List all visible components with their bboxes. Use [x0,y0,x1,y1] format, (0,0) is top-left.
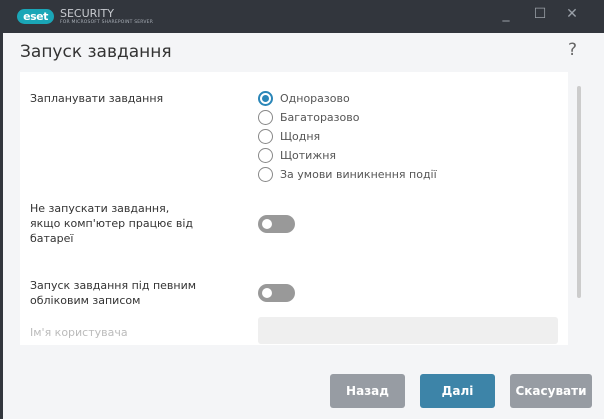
radio-label: За умови виникнення події [280,168,437,181]
radio-selected-icon [258,91,273,106]
username-input[interactable] [258,317,558,344]
scrollbar[interactable] [577,86,581,298]
title-bar: eset SECURITY FOR MICROSOFT SHAREPOINT S… [0,0,604,33]
radio-label: Одноразово [280,92,350,105]
radio-daily[interactable]: Щодня [258,129,320,144]
maximize-button[interactable]: ☐ [530,6,550,22]
radio-weekly[interactable]: Щотижня [258,148,336,163]
eset-logo: eset [17,9,54,24]
dialog: Запуск завдання ? Запланувати завдання О… [3,33,604,419]
help-icon[interactable]: ? [568,40,577,60]
settings-panel: Запланувати завдання Одноразово Багатора… [20,72,568,345]
battery-label: Не запускати завдання, якщо комп'ютер пр… [30,202,193,245]
radio-icon [258,129,273,144]
close-button[interactable]: ✕ [562,6,582,22]
username-label: Ім'я користувача [30,326,128,339]
minimize-button[interactable]: _ [496,6,516,22]
account-toggle[interactable] [258,284,295,302]
brand-name: SECURITY [60,7,114,20]
next-button[interactable]: Далі [420,374,495,408]
radio-icon [258,167,273,182]
battery-toggle[interactable] [258,215,295,233]
radio-label: Щотижня [280,149,337,162]
radio-event[interactable]: За умови виникнення події [258,167,437,182]
page-title: Запуск завдання [20,42,172,62]
radio-once[interactable]: Одноразово [258,91,350,106]
radio-label: Багаторазово [280,111,360,124]
radio-icon [258,110,273,125]
radio-label: Щодня [280,130,321,143]
schedule-label: Запланувати завдання [30,92,164,105]
cancel-button[interactable]: Скасувати [510,374,592,408]
radio-repeatedly[interactable]: Багаторазово [258,110,359,125]
brand-subtitle: FOR MICROSOFT SHAREPOINT SERVER [60,20,154,25]
back-button[interactable]: Назад [330,374,405,408]
radio-icon [258,148,273,163]
account-label: Запуск завдання під певним обліковим зап… [30,279,197,307]
